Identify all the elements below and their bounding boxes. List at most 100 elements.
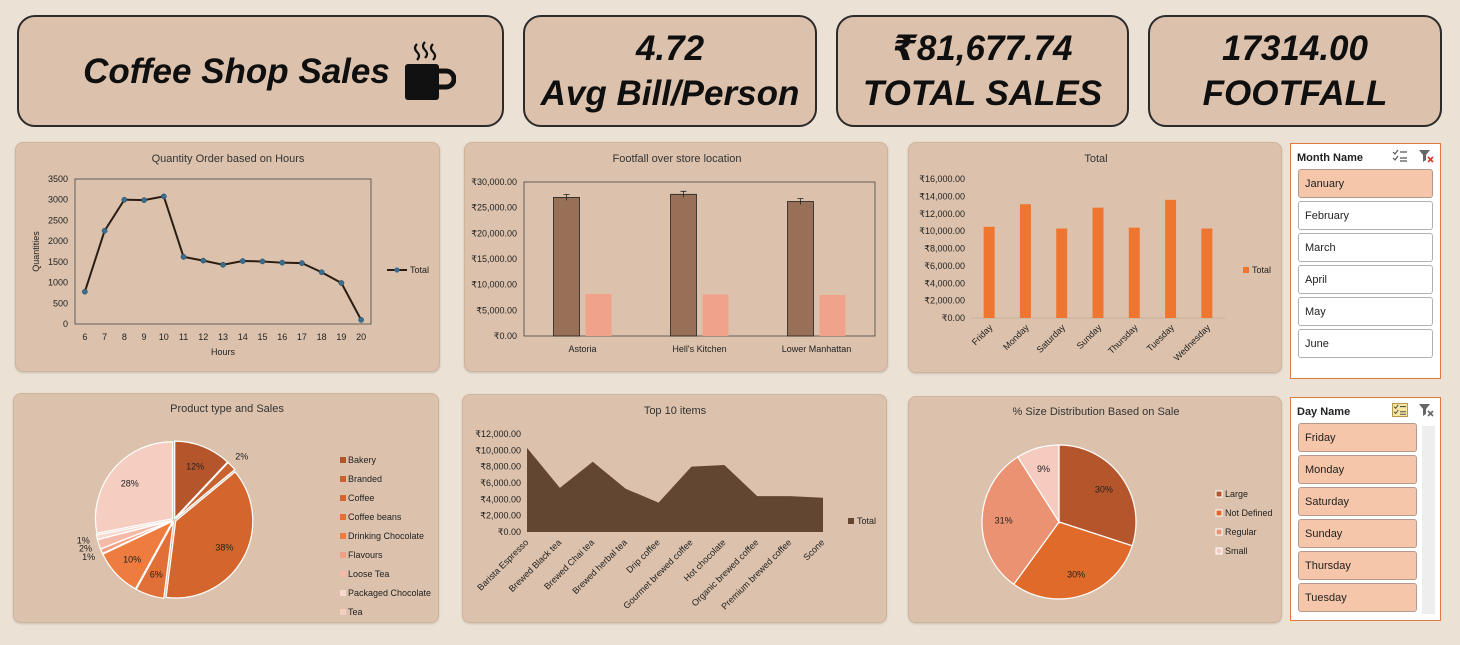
y-tick-label: ₹12,000.00 <box>919 209 965 219</box>
clear-filter-icon[interactable] <box>1418 149 1434 163</box>
data-point <box>358 317 364 323</box>
legend-marker <box>394 267 400 273</box>
bar-total <box>1165 199 1177 318</box>
slice-label: 6% <box>150 570 163 580</box>
slicer-item-friday[interactable]: Friday <box>1298 423 1417 452</box>
day-slicer: Day Name Friday Monday Saturday Sunday Thurs… <box>1290 397 1441 621</box>
slice-label: 9% <box>1037 464 1050 474</box>
legend-label: Packaged Chocolate <box>348 588 431 598</box>
y-tick-label: ₹10,000.00 <box>919 226 965 236</box>
x-tick-label: Tuesday <box>1145 322 1177 354</box>
y-tick-label: 2500 <box>48 215 68 225</box>
legend-label: Coffee <box>348 493 374 503</box>
x-tick-label: Monday <box>1001 322 1031 352</box>
x-tick-label: 11 <box>179 332 188 342</box>
multi-select-icon[interactable] <box>1392 403 1408 417</box>
legend-label: Bakery <box>348 455 377 465</box>
dashboard-title: Coffee Shop Sales <box>83 51 390 91</box>
y-tick-label: ₹30,000.00 <box>471 177 517 187</box>
y-tick-label: ₹2,000.00 <box>480 511 521 521</box>
y-tick-label: ₹2,000.00 <box>924 296 965 306</box>
data-point <box>220 261 226 268</box>
slice-label: 2% <box>235 451 248 461</box>
bar-secondary <box>585 293 612 336</box>
slicer-item-may[interactable]: May <box>1298 297 1433 326</box>
data-point <box>239 258 246 264</box>
slicer-item-february[interactable]: February <box>1298 201 1433 230</box>
legend-swatch <box>340 571 346 577</box>
data-point <box>141 197 147 203</box>
slicer-item-monday[interactable]: Monday <box>1298 455 1417 484</box>
x-tick-label: 19 <box>336 332 346 342</box>
data-point <box>121 196 128 203</box>
size-chart-panel[interactable]: % Size Distribution Based on Sale 30% 30% 3… <box>908 396 1282 623</box>
slicer-item-saturday[interactable]: Saturday <box>1298 487 1417 516</box>
top10-chart-panel[interactable]: Top 10 items ₹0.00 ₹2,000.00 ₹4,000.00 ₹6,00… <box>462 394 887 623</box>
legend-label: Regular <box>1225 527 1257 537</box>
x-tick-label: Wednesday <box>1172 322 1213 363</box>
y-tick-label: ₹20,000.00 <box>471 228 517 238</box>
slicer-item-april[interactable]: April <box>1298 265 1433 294</box>
x-tick-label: 16 <box>277 332 287 342</box>
total-sales-value: ₹81,677.74 <box>892 29 1073 68</box>
x-tick-label: Lower Manhattan <box>782 344 852 354</box>
data-point <box>279 259 286 266</box>
legend-swatch <box>1215 528 1223 536</box>
series-area-total <box>527 447 823 532</box>
y-tick-label: 1500 <box>48 257 68 267</box>
day-slicer-scrollbar[interactable] <box>1422 426 1435 614</box>
multi-select-icon[interactable] <box>1392 149 1408 163</box>
x-tick-label: Thursday <box>1106 322 1140 356</box>
slicer-item-june[interactable]: June <box>1298 329 1433 358</box>
y-tick-label: ₹15,000.00 <box>471 254 517 264</box>
y-tick-label: ₹8,000.00 <box>480 462 521 472</box>
slice-label: 30% <box>1067 570 1085 580</box>
bar-total <box>983 226 995 318</box>
bar-total <box>1201 228 1213 318</box>
slicer-item-thursday[interactable]: Thursday <box>1298 551 1417 580</box>
data-point <box>200 257 207 264</box>
slicer-item-march[interactable]: March <box>1298 233 1433 262</box>
slice-label: 1% <box>77 535 90 545</box>
legend-label: Tea <box>348 607 363 617</box>
hours-chart-panel[interactable]: Quantity Order based on Hours 0 500 1000 150… <box>15 142 440 372</box>
legend-swatch <box>1215 490 1223 498</box>
product-pie-chart: Product type and Sales12%2%38%6%10%1%2%1… <box>77 403 431 617</box>
product-chart-panel[interactable]: Product type and Sales 12% 2% 38% 6% 10% 1% 2% 1… <box>13 393 439 623</box>
legend-swatch <box>340 533 346 539</box>
legend-swatch <box>1215 547 1223 555</box>
bar-primary <box>670 193 697 337</box>
legend-label: Flavours <box>348 550 383 560</box>
y-axis-label: Quantities <box>31 231 41 272</box>
x-tick-label: 10 <box>159 332 169 342</box>
chart-title: Product type and Sales <box>170 403 284 415</box>
slice-label: 31% <box>995 515 1013 525</box>
x-tick-label: 14 <box>238 332 248 342</box>
y-tick-label: ₹6,000.00 <box>480 478 521 488</box>
x-tick-label: Scone <box>801 537 826 562</box>
location-chart-panel[interactable]: Footfall over store location ₹0.00 ₹5,000.… <box>464 142 888 372</box>
days-chart-panel[interactable]: Total ₹0.00 ₹2,000.00 ₹4,000.00 ₹6,000.00 ₹8,… <box>908 142 1282 373</box>
legend-swatch <box>340 457 346 463</box>
y-tick-label: ₹16,000.00 <box>919 174 965 184</box>
location-bar-chart: Footfall over store location ₹0.00 ₹5,000.… <box>471 153 876 354</box>
x-tick-label: 9 <box>142 332 147 342</box>
slice-label: 12% <box>186 462 204 472</box>
clear-filter-icon[interactable] <box>1418 403 1434 417</box>
kpi-avg-bill-card: 4.72 Avg Bill/Person <box>523 15 817 127</box>
bar-total <box>1128 227 1140 318</box>
slicer-item-tuesday[interactable]: Tuesday <box>1298 583 1417 612</box>
legend-label: Large <box>1225 489 1248 499</box>
slicer-item-sunday[interactable]: Sunday <box>1298 519 1417 548</box>
chart-title: Total <box>1084 153 1107 165</box>
slicer-item-january[interactable]: January <box>1298 169 1433 198</box>
legend-label: Not Defined <box>1225 508 1273 518</box>
y-tick-label: 500 <box>53 298 68 308</box>
x-tick-label: 20 <box>356 332 366 342</box>
total-sales-label: TOTAL SALES <box>862 74 1103 113</box>
avg-bill-label: Avg Bill/Person <box>540 74 800 113</box>
legend-label: Coffee beans <box>348 512 402 522</box>
x-tick-label: 15 <box>257 332 267 342</box>
legend-label: Total <box>1252 265 1271 275</box>
y-tick-label: ₹0.00 <box>494 331 517 341</box>
